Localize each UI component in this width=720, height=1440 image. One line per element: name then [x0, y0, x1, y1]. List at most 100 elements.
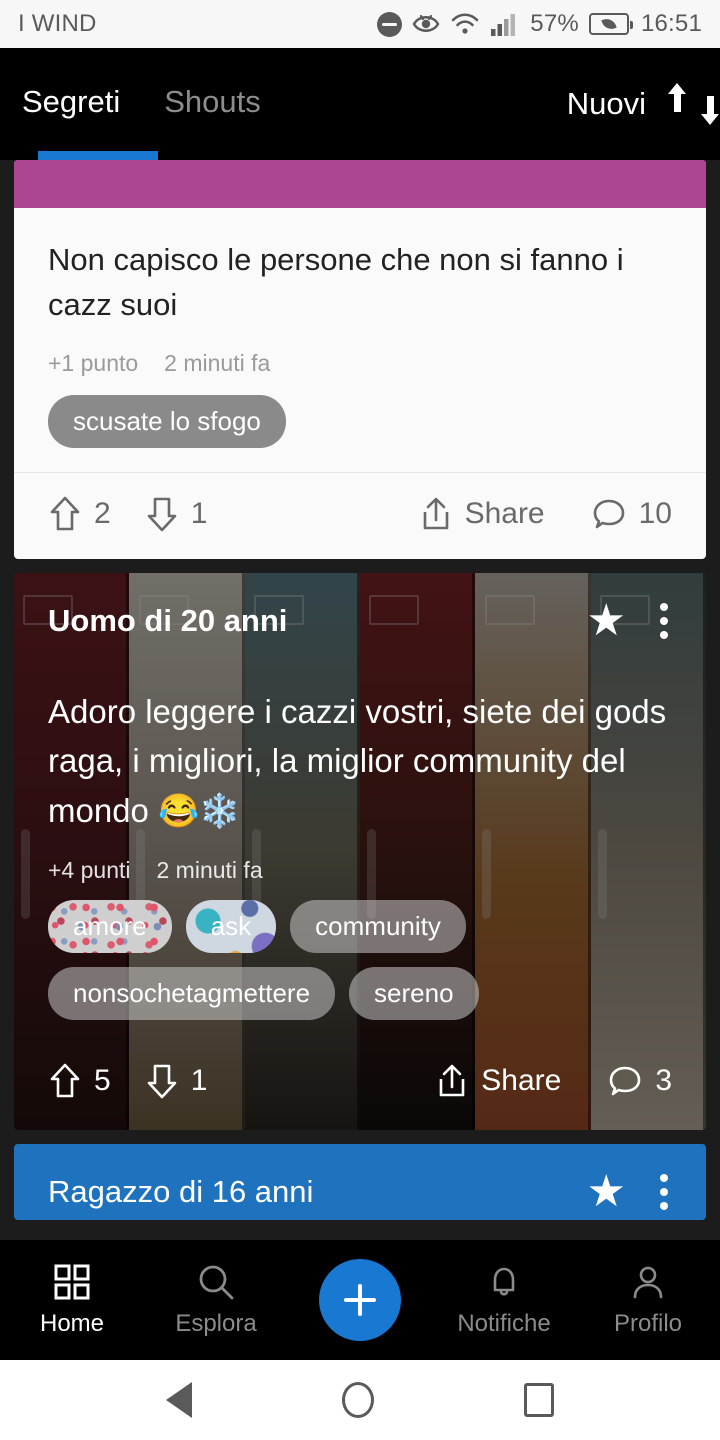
plus-icon	[344, 1284, 376, 1316]
phone-screen: I WIND 57% 16:51 Segreti Shouts Nuovi No…	[0, 0, 720, 1440]
home-circle-icon[interactable]	[342, 1382, 374, 1418]
post-meta: +4 punti 2 minuti fa	[14, 857, 706, 884]
tag-label: ask	[210, 911, 252, 942]
do-not-disturb-icon	[377, 11, 403, 37]
nav-label-home: Home	[39, 1309, 105, 1337]
upvote-button[interactable]: 5	[48, 1062, 111, 1100]
tab-segreti[interactable]: Segreti	[22, 84, 120, 124]
tag-label: amore	[73, 911, 147, 942]
post-card[interactable]: Uomo di 20 anni ★ Adoro leggere i cazzi …	[14, 572, 706, 1131]
tag-pill[interactable]: scusate lo sfogo	[48, 394, 286, 448]
nav-item-notifiche[interactable]: Notifiche	[432, 1263, 576, 1338]
system-status-bar: I WIND 57% 16:51	[0, 0, 720, 48]
status-icons: 57% 16:51	[377, 10, 702, 38]
post-text: Adoro leggere i cazzi vostri, siete dei …	[48, 692, 667, 829]
nav-item-home[interactable]: Home	[0, 1263, 144, 1338]
sort-arrows-icon[interactable]	[664, 83, 719, 125]
share-button[interactable]: Share	[419, 496, 545, 532]
tag-pill[interactable]: amore	[48, 900, 172, 953]
post-cover-strip	[14, 160, 706, 208]
active-tab-indicator	[38, 151, 158, 160]
star-icon[interactable]: ★	[587, 598, 626, 643]
carrier-label: I WIND	[18, 10, 97, 37]
share-icon	[423, 497, 448, 530]
share-label: Share	[481, 1064, 562, 1098]
more-options-icon[interactable]	[652, 1170, 676, 1214]
downvote-button[interactable]: 1	[145, 495, 208, 533]
upvote-count: 5	[94, 1064, 111, 1098]
comment-bubble-icon	[610, 1067, 641, 1096]
person-icon	[633, 1266, 663, 1298]
star-icon[interactable]: ★	[587, 1170, 626, 1214]
post-header: Ragazzo di 16 anni ★	[14, 1144, 706, 1214]
tag-label: scusate lo sfogo	[73, 405, 261, 436]
post-author: Ragazzo di 16 anni	[48, 1174, 314, 1210]
post-points: +1 punto	[48, 349, 139, 376]
post-tags: scusate lo sfogo	[48, 394, 672, 472]
tag-pill[interactable]: sereno	[349, 967, 479, 1021]
downvote-count: 1	[190, 496, 208, 530]
post-header-actions: ★	[587, 598, 676, 643]
compose-fab-button[interactable]	[319, 1259, 401, 1341]
nav-label-notifiche: Notifiche	[457, 1309, 551, 1337]
tag-pill[interactable]: ask	[186, 900, 276, 953]
signal-bars-icon	[490, 12, 520, 36]
post-action-right: Share 10	[419, 496, 672, 532]
nav-item-profilo[interactable]: Profilo	[576, 1263, 720, 1338]
upvote-count: 2	[94, 496, 111, 530]
nav-label-esplora: Esplora	[175, 1309, 257, 1337]
tab-shouts[interactable]: Shouts	[164, 84, 261, 124]
post-points: +4 punti	[48, 857, 131, 884]
tag-pill[interactable]: nonsochetagmettere	[48, 967, 336, 1021]
share-label: Share	[464, 496, 545, 530]
nav-item-esplora[interactable]: Esplora	[144, 1263, 288, 1338]
android-navigation-bar	[0, 1360, 720, 1440]
comment-count: 3	[655, 1064, 672, 1098]
tag-pill[interactable]: community	[290, 900, 466, 954]
tag-label: community	[315, 911, 441, 942]
battery-saver-icon	[588, 13, 633, 35]
downvote-arrow-icon	[147, 1065, 176, 1099]
upvote-arrow-icon	[50, 1064, 80, 1098]
tag-label: nonsochetagmettere	[73, 978, 311, 1009]
more-options-icon[interactable]	[652, 599, 676, 643]
recents-square-icon[interactable]	[524, 1383, 554, 1417]
downvote-count: 1	[190, 1064, 208, 1098]
app-top-bar: Segreti Shouts Nuovi	[0, 48, 720, 160]
post-content: Uomo di 20 anni ★ Adoro leggere i cazzi …	[14, 573, 706, 1131]
post-card[interactable]: Non capisco le persone che non si fanno …	[14, 160, 706, 559]
comment-bubble-icon	[593, 499, 624, 529]
clock-label: 16:51	[640, 10, 702, 37]
bottom-navigation-bar: Home Esplora Notifiche Profilo	[0, 1240, 720, 1360]
post-content: Non capisco le persone che non si fanno …	[14, 208, 706, 472]
post-feed[interactable]: Non capisco le persone che non si fanno …	[0, 160, 720, 1280]
post-action-right: Share 3	[435, 1063, 672, 1099]
downvote-arrow-icon	[147, 497, 176, 532]
post-card[interactable]: Ragazzo di 16 anni ★	[14, 1144, 706, 1221]
share-button[interactable]: Share	[435, 1063, 561, 1099]
sort-label[interactable]: Nuovi	[567, 86, 646, 122]
post-meta: +1 punto 2 minuti fa	[48, 350, 672, 377]
upvote-button[interactable]: 2	[48, 495, 111, 533]
post-tags: amore ask community nonsochetagmettere s…	[14, 900, 706, 1021]
eye-comfort-icon	[412, 13, 440, 35]
upvote-arrow-icon	[50, 496, 80, 531]
post-header: Uomo di 20 anni ★	[14, 573, 706, 643]
post-author: Uomo di 20 anni	[48, 602, 288, 638]
app-bar-actions: Nuovi	[567, 83, 719, 125]
post-action-bar: 5 1 Share 3	[14, 1036, 706, 1130]
comments-button[interactable]: 10	[591, 496, 672, 532]
share-icon	[439, 1065, 465, 1097]
back-triangle-icon[interactable]	[166, 1382, 192, 1418]
battery-percent-label: 57%	[530, 10, 579, 37]
bell-icon	[493, 1267, 515, 1296]
comments-button[interactable]: 3	[607, 1063, 672, 1099]
tag-label: sereno	[374, 978, 454, 1009]
post-time: 2 minuti fa	[164, 349, 271, 376]
post-text: Non capisco le persone che non si fanno …	[48, 242, 624, 322]
grid-icon	[54, 1264, 90, 1299]
search-icon	[199, 1265, 234, 1299]
downvote-button[interactable]: 1	[145, 1062, 208, 1100]
post-time: 2 minuti fa	[156, 857, 263, 884]
comment-count: 10	[638, 496, 672, 530]
